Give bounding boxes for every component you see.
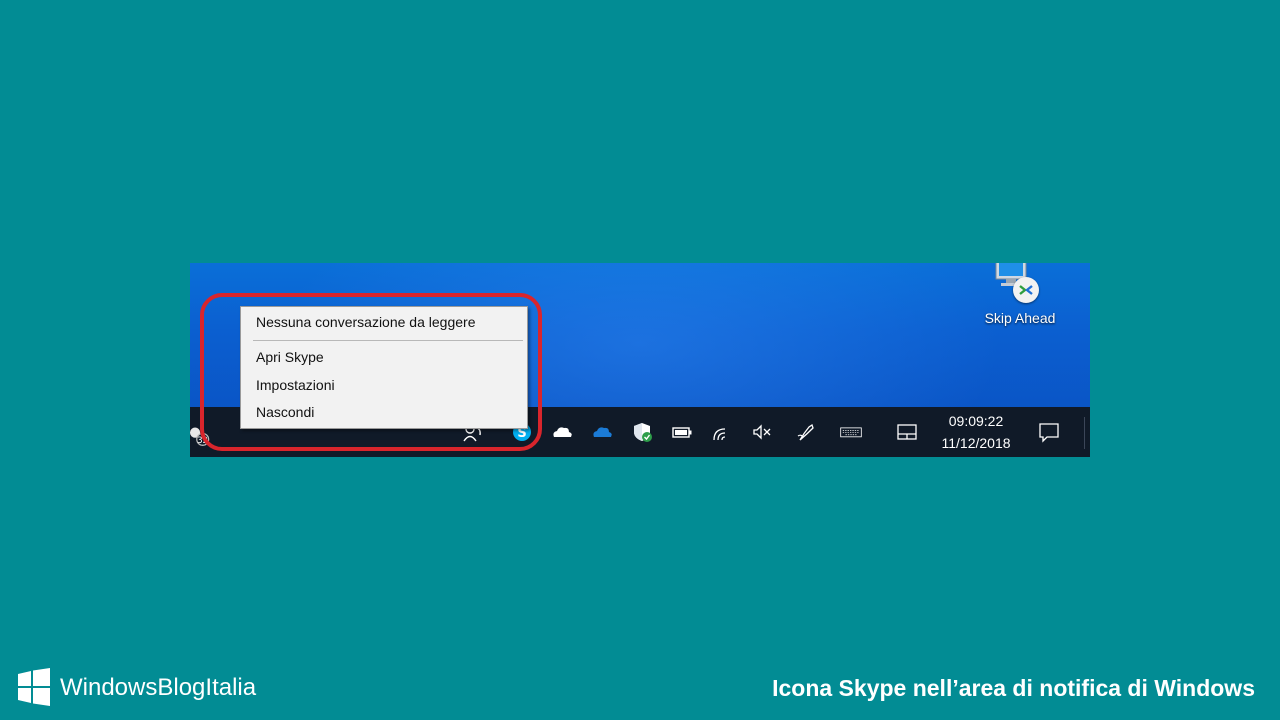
action-center-icon[interactable]	[1038, 421, 1060, 443]
show-desktop-button[interactable]	[1084, 417, 1085, 449]
touch-keyboard-icon[interactable]	[840, 421, 872, 443]
remote-desktop-icon	[1013, 277, 1039, 303]
windows-logo-icon	[18, 668, 50, 706]
pen-workspace-icon[interactable]	[795, 421, 817, 443]
highlight-ring	[200, 293, 542, 451]
desktop-shortcut-label: Skip Ahead	[984, 310, 1056, 326]
onedrive-icon[interactable]	[551, 421, 573, 443]
volume-muted-icon[interactable]	[751, 421, 773, 443]
battery-icon[interactable]	[671, 421, 693, 443]
defender-shield-icon[interactable]	[631, 421, 653, 443]
touchpad-icon[interactable]	[896, 421, 918, 443]
desktop-shortcut-skip-ahead[interactable]: Skip Ahead	[970, 263, 1070, 333]
brand-name: WindowsBlogItalia	[60, 674, 257, 701]
clock-time: 09:09:22	[948, 413, 1004, 429]
clock-date: 11/12/2018	[941, 435, 1011, 451]
wifi-icon[interactable]	[711, 421, 733, 443]
onedrive-business-icon[interactable]	[591, 421, 613, 443]
caption: Icona Skype nell’area di notifica di Win…	[772, 675, 1255, 701]
system-clock[interactable]: 09:09:22 11/12/2018	[934, 410, 1018, 454]
